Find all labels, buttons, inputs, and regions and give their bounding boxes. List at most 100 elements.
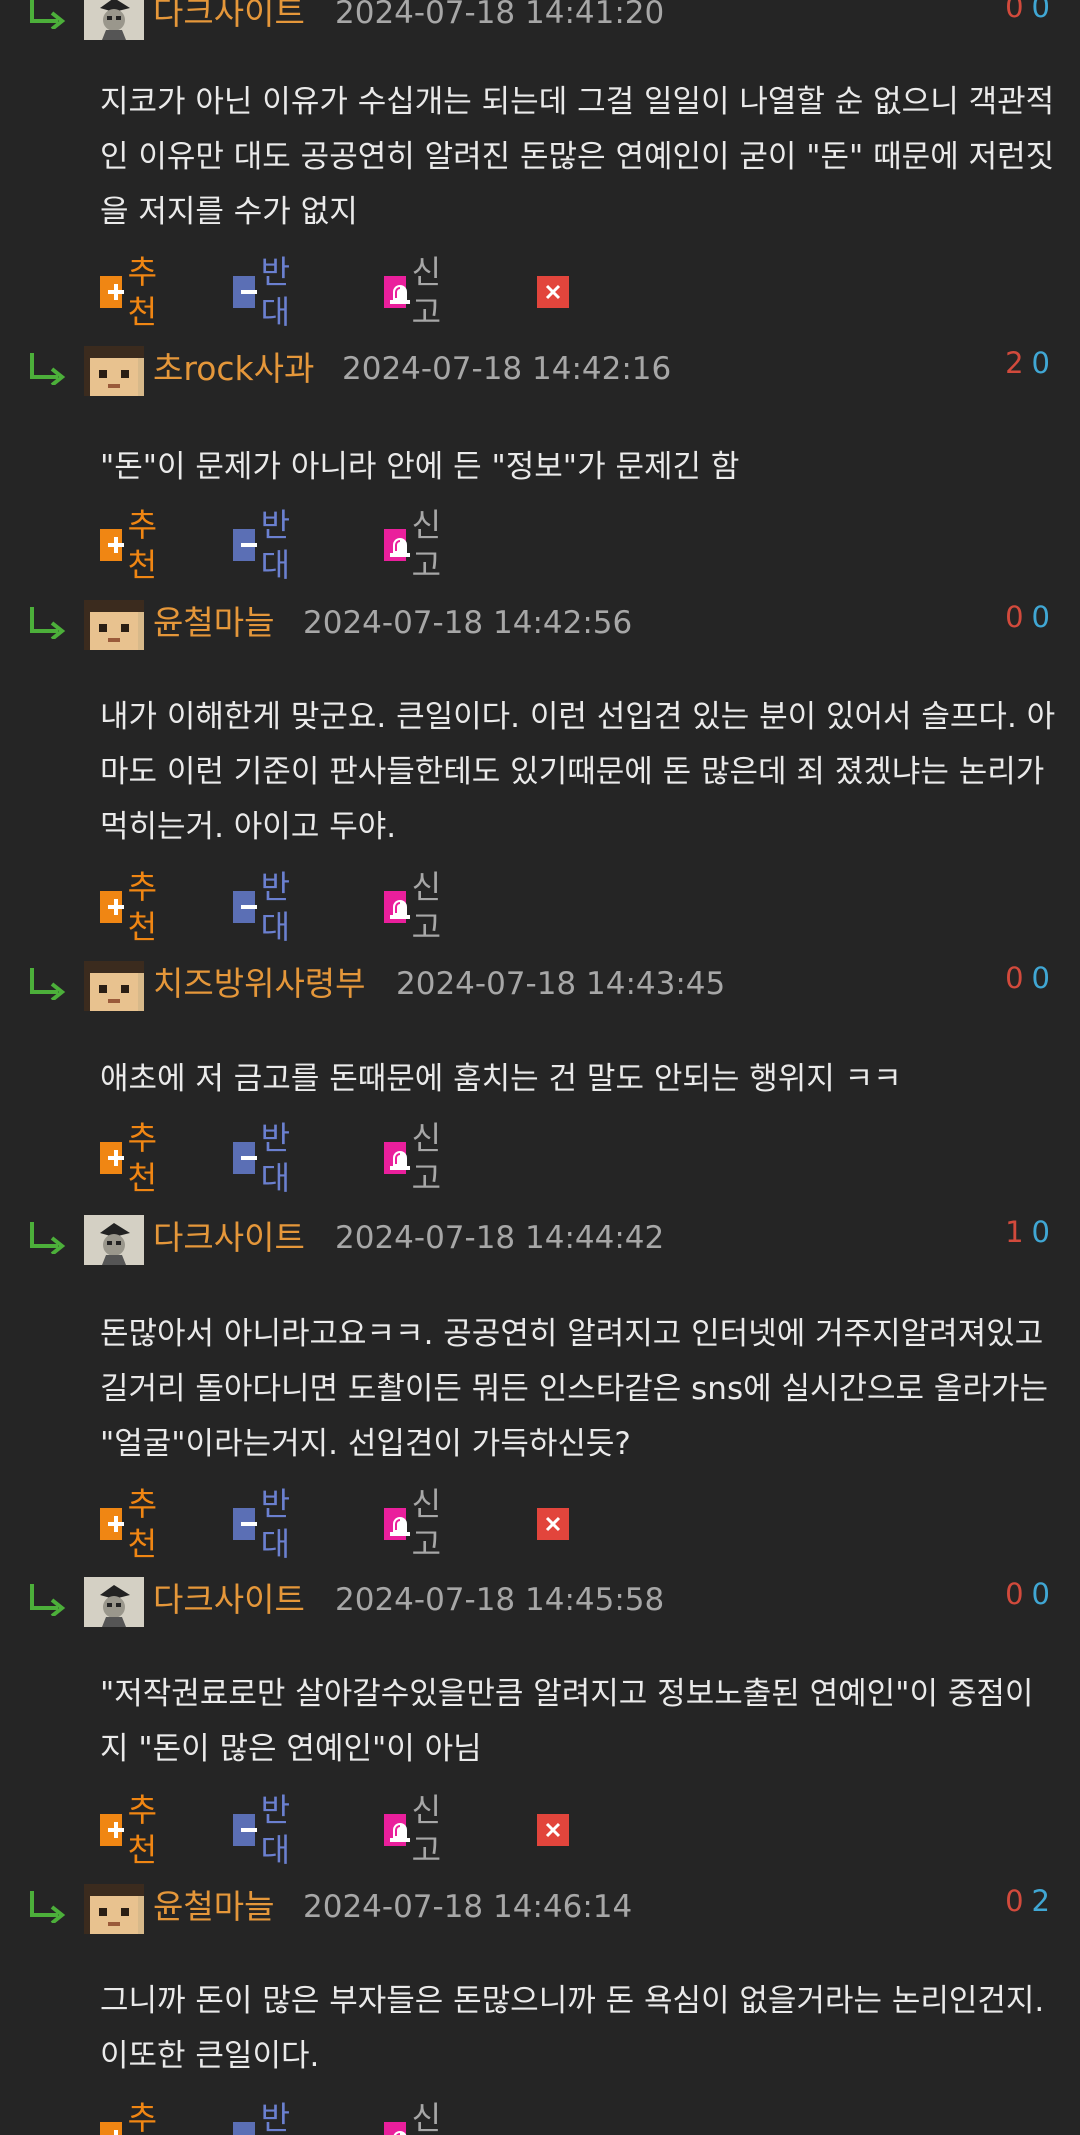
report-button[interactable]: 신고	[384, 2099, 451, 2135]
comment-body: 그니까 돈이 많은 부자들은 돈많으니까 돈 욕심이 없을거라는 논리인건지. …	[100, 1983, 1045, 2074]
oppose-label: 반대	[260, 1485, 291, 1563]
vote-down-count: 0	[1031, 961, 1050, 995]
comment-body: 돈많아서 아니라고요ㅋㅋ. 공공연히 알려지고 인터넷에 거주지알려져있고 길거…	[100, 1316, 1049, 1462]
minus-icon	[233, 276, 257, 308]
nickname[interactable]: 윤철마늘	[153, 1887, 274, 1927]
vote-down-count: 0	[1031, 1215, 1050, 1249]
nickname[interactable]: 다크사이트	[153, 1218, 305, 1258]
report-button[interactable]: 신고	[384, 1791, 451, 1869]
oppose-button[interactable]: 반대	[233, 868, 300, 946]
minus-icon	[233, 2122, 255, 2135]
reply-arrow-icon	[30, 1891, 66, 1923]
delete-button[interactable]	[537, 1810, 569, 1850]
recommend-label: 추천	[127, 1485, 158, 1563]
recommend-button[interactable]: 추천	[100, 1119, 167, 1197]
oppose-label: 반대	[260, 2099, 291, 2135]
close-icon	[537, 1508, 569, 1540]
delete-button[interactable]	[537, 272, 569, 312]
vote-up-count: 0	[1005, 0, 1024, 24]
report-button[interactable]: 신고	[384, 1119, 451, 1197]
nickname[interactable]: 다크사이트	[153, 1580, 305, 1620]
recommend-button[interactable]: 추천	[100, 1485, 167, 1563]
recommend-button[interactable]: 추천	[100, 253, 167, 331]
comment-date: 2024-07-18 14:44:42	[335, 1220, 665, 1256]
report-label: 신고	[411, 1119, 442, 1197]
minus-icon	[233, 1508, 257, 1540]
nickname[interactable]: 윤철마늘	[153, 603, 274, 643]
oppose-button[interactable]: 반대	[233, 1485, 300, 1563]
comment-date: 2024-07-18 14:42:16	[342, 351, 672, 387]
recommend-button[interactable]: 추천	[100, 1791, 167, 1869]
report-button[interactable]: 신고	[384, 506, 451, 584]
recommend-button[interactable]: 추천	[100, 868, 167, 946]
delete-button[interactable]	[537, 1504, 569, 1544]
oppose-button[interactable]: 반대	[233, 1791, 300, 1869]
avatar[interactable]	[84, 961, 144, 1011]
minus-icon	[233, 529, 257, 561]
vote-down-count: 0	[1031, 1577, 1050, 1611]
oppose-button[interactable]: 반대	[233, 506, 300, 584]
recommend-button[interactable]: 추천	[100, 2099, 167, 2135]
oppose-label: 반대	[260, 1119, 291, 1197]
avatar[interactable]	[84, 1215, 144, 1265]
recommend-label: 추천	[127, 2099, 158, 2135]
reply-arrow-icon	[30, 1584, 66, 1616]
report-button[interactable]: 신고	[384, 868, 451, 946]
comment-body: 지코가 아닌 이유가 수십개는 되는데 그걸 일일이 나열할 순 없으니 객관적…	[100, 84, 1055, 230]
vote-up-count: 1	[1005, 1215, 1024, 1249]
avatar[interactable]	[84, 600, 144, 650]
oppose-button[interactable]: 반대	[233, 1119, 300, 1197]
vote-down-count: 0	[1031, 0, 1050, 24]
nickname[interactable]: 치즈방위사령부	[153, 964, 366, 1004]
report-label: 신고	[411, 1791, 442, 1869]
vote-counts: 00	[1005, 958, 1050, 998]
vote-up-count: 0	[1005, 961, 1024, 995]
vote-counts: 20	[1005, 343, 1050, 383]
vote-counts: 00	[1005, 1574, 1050, 1614]
oppose-label: 반대	[260, 253, 291, 331]
comment-date: 2024-07-18 14:42:56	[303, 605, 633, 641]
vote-up-count: 0	[1005, 1884, 1024, 1918]
vote-up-count: 0	[1005, 600, 1024, 634]
comment-date: 2024-07-18 14:45:58	[335, 1582, 665, 1618]
oppose-button[interactable]: 반대	[233, 253, 300, 331]
nickname[interactable]: 초rock사과	[153, 349, 314, 389]
siren-icon	[384, 1508, 410, 1540]
report-button[interactable]: 신고	[384, 253, 451, 331]
comment-body: "돈"이 문제가 아니라 안에 든 "정보"가 문제긴 함	[100, 449, 740, 485]
reply-arrow-icon	[30, 607, 66, 639]
avatar[interactable]	[84, 1577, 144, 1627]
avatar[interactable]	[84, 0, 144, 40]
recommend-button[interactable]: 추천	[100, 506, 167, 584]
vote-counts: 00	[1005, 0, 1050, 27]
reply-arrow-icon	[30, 968, 66, 1000]
recommend-label: 추천	[127, 253, 158, 331]
nickname[interactable]: 다크사이트	[153, 0, 305, 33]
reply-arrow-icon	[30, 0, 66, 29]
oppose-label: 반대	[260, 1791, 291, 1869]
plus-icon	[100, 1142, 124, 1174]
minus-icon	[233, 1814, 257, 1846]
avatar[interactable]	[84, 1884, 144, 1934]
report-label: 신고	[411, 1485, 442, 1563]
comment-thread: 다크사이트 2024-07-18 14:41:20 00 지코가 아닌 이유가 …	[0, 0, 1080, 2135]
oppose-label: 반대	[260, 868, 291, 946]
vote-counts: 02	[1005, 1881, 1050, 1921]
avatar[interactable]	[84, 346, 144, 396]
comment-date: 2024-07-18 14:43:45	[396, 966, 726, 1002]
recommend-label: 추천	[127, 1791, 158, 1869]
report-button[interactable]: 신고	[384, 1485, 451, 1563]
comment-date: 2024-07-18 14:41:20	[335, 0, 665, 31]
minus-icon	[233, 1142, 257, 1174]
close-icon	[537, 276, 569, 308]
comment-body: 내가 이해한게 맞군요. 큰일이다. 이런 선입견 있는 분이 있어서 슬프다.…	[100, 699, 1056, 845]
vote-up-count: 0	[1005, 1577, 1024, 1611]
reply-arrow-icon	[30, 1222, 66, 1254]
plus-icon	[100, 1814, 124, 1846]
oppose-label: 반대	[260, 506, 291, 584]
oppose-button[interactable]: 반대	[233, 2099, 300, 2135]
vote-up-count: 2	[1005, 346, 1024, 380]
report-label: 신고	[411, 2099, 442, 2135]
siren-icon	[384, 891, 410, 923]
comment-date: 2024-07-18 14:46:14	[303, 1889, 633, 1925]
